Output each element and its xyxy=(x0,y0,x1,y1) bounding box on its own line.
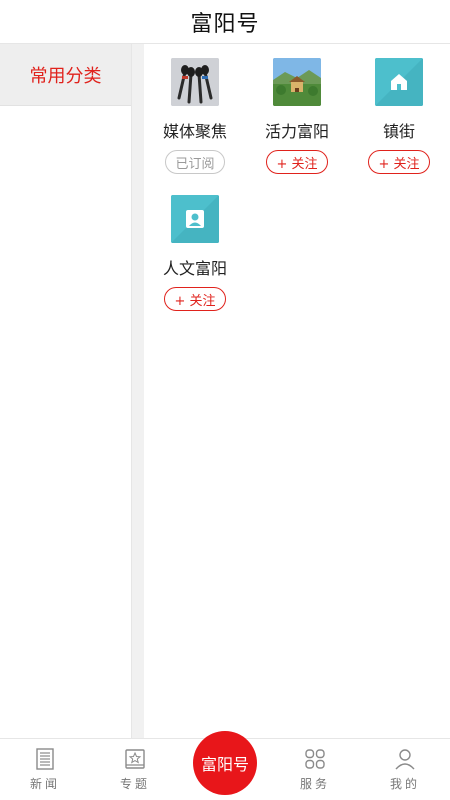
person-icon xyxy=(171,195,219,243)
nav-label: 专题 xyxy=(119,777,150,791)
channel-grid: 媒体聚焦 已订阅 活力富阳 + 关注 镇街 + 关注 人文富阳 + 关注 xyxy=(144,44,450,738)
app-root: 富阳号 常用分类 媒体聚焦 已订阅 活力富阳 + 关注 镇街 + 关注 人文富阳… xyxy=(0,0,450,800)
header: 富阳号 xyxy=(0,0,450,44)
channel-card-vitality[interactable]: 活力富阳 + 关注 xyxy=(246,44,348,184)
sidebar-item-label: 常用分类 xyxy=(29,65,102,87)
channel-name: 人文富阳 xyxy=(162,259,227,278)
star-card-icon xyxy=(125,749,145,769)
nav-label: 新闻 xyxy=(29,777,60,791)
nav-news[interactable]: 新闻 xyxy=(0,739,90,800)
channel-card-media[interactable]: 媒体聚焦 已订阅 xyxy=(144,44,246,184)
bottom-nav: 新闻 专题 富阳号 服务 我的 xyxy=(0,731,450,800)
nav-label: 我的 xyxy=(389,777,420,791)
nav-fuyanghao-button[interactable]: 富阳号 xyxy=(193,731,257,795)
user-icon xyxy=(395,749,415,770)
page-title: 富阳号 xyxy=(190,11,260,37)
nav-label: 服务 xyxy=(299,777,330,791)
scenery-photo xyxy=(273,58,321,106)
microphones-photo xyxy=(171,58,219,106)
nav-topics[interactable]: 专题 xyxy=(90,739,180,800)
channel-card-culture[interactable]: 人文富阳 + 关注 xyxy=(144,181,246,321)
channel-name: 活力富阳 xyxy=(264,122,329,141)
channel-name: 媒体聚焦 xyxy=(162,122,227,141)
follow-button[interactable]: + 关注 xyxy=(266,150,328,174)
follow-button[interactable]: + 关注 xyxy=(164,287,226,311)
nav-services[interactable]: 服务 xyxy=(270,739,360,800)
newspaper-icon xyxy=(36,748,54,770)
home-icon xyxy=(375,58,423,106)
divider xyxy=(132,44,144,738)
subscribed-button[interactable]: 已订阅 xyxy=(165,150,225,174)
nav-profile[interactable]: 我的 xyxy=(360,739,450,800)
nav-center-label: 富阳号 xyxy=(200,755,249,774)
sidebar-item-common[interactable]: 常用分类 xyxy=(0,44,131,106)
follow-button[interactable]: + 关注 xyxy=(368,150,430,174)
grid-icon xyxy=(305,749,325,769)
category-sidebar: 常用分类 xyxy=(0,44,132,738)
channel-name: 镇街 xyxy=(382,122,415,141)
channel-card-towns[interactable]: 镇街 + 关注 xyxy=(348,44,450,184)
